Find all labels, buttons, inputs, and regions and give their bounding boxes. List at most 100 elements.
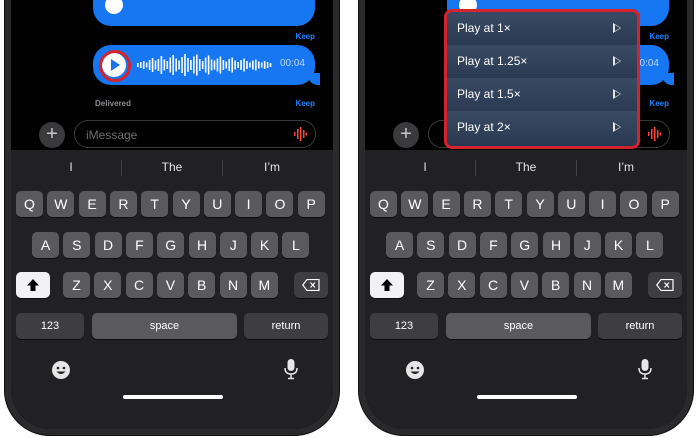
key-e[interactable]: E — [432, 191, 460, 217]
keep-link[interactable]: Keep — [649, 99, 669, 108]
key-x[interactable]: X — [94, 272, 122, 298]
mic-icon[interactable] — [637, 358, 653, 380]
plus-icon[interactable]: + — [393, 122, 419, 148]
key-j[interactable]: J — [573, 232, 601, 258]
audio-waveform-icon[interactable] — [293, 127, 307, 141]
key-l[interactable]: L — [282, 232, 310, 258]
return-key[interactable]: return — [244, 313, 328, 339]
waveform-bar — [151, 58, 154, 72]
play-button[interactable] — [99, 50, 131, 82]
menu-item-play-1-25x[interactable]: Play at 1.25× — [447, 45, 637, 79]
key-d[interactable]: D — [94, 232, 122, 258]
key-w[interactable]: W — [401, 191, 429, 217]
keep-link[interactable]: Keep — [295, 32, 315, 41]
key-f[interactable]: F — [125, 232, 153, 258]
previous-audio-message[interactable] — [93, 0, 315, 26]
key-b[interactable]: B — [188, 272, 216, 298]
mic-icon[interactable] — [283, 358, 299, 380]
key-j[interactable]: J — [219, 232, 247, 258]
key-z[interactable]: Z — [63, 272, 90, 298]
key-o[interactable]: O — [620, 191, 648, 217]
key-n[interactable]: N — [219, 272, 247, 298]
key-w[interactable]: W — [47, 191, 75, 217]
waveform-bar — [198, 59, 201, 71]
key-m[interactable]: M — [604, 272, 632, 298]
key-v[interactable]: V — [510, 272, 538, 298]
shift-key[interactable] — [370, 272, 404, 298]
waveform-bar — [240, 60, 242, 70]
key-t[interactable]: T — [141, 191, 169, 217]
message-input[interactable]: iMessage — [74, 120, 316, 148]
waveform-bar — [252, 60, 254, 70]
key-r[interactable]: R — [109, 191, 137, 217]
waveform-bar — [181, 57, 183, 73]
key-g[interactable]: G — [157, 232, 185, 258]
key-x[interactable]: X — [448, 272, 476, 298]
key-k[interactable]: K — [605, 232, 633, 258]
play-icon[interactable] — [105, 0, 123, 14]
suggestion-item[interactable]: I — [375, 160, 475, 174]
waveform-bar — [160, 56, 163, 74]
key-u[interactable]: U — [557, 191, 585, 217]
key-y[interactable]: Y — [526, 191, 554, 217]
waveform-bar — [163, 59, 166, 71]
key-i[interactable]: I — [589, 191, 617, 217]
key-d[interactable]: D — [448, 232, 476, 258]
keep-link[interactable]: Keep — [649, 32, 669, 41]
key-a[interactable]: A — [386, 232, 413, 258]
key-b[interactable]: B — [542, 272, 570, 298]
suggestion-item[interactable]: I’m — [576, 160, 676, 174]
key-o[interactable]: O — [266, 191, 294, 217]
suggestion-item[interactable]: I’m — [222, 160, 322, 174]
key-u[interactable]: U — [203, 191, 231, 217]
key-e[interactable]: E — [78, 191, 106, 217]
menu-item-play-2x[interactable]: Play at 2× — [447, 111, 637, 144]
suggestion-item[interactable]: The — [122, 160, 222, 174]
key-h[interactable]: H — [188, 232, 216, 258]
space-key[interactable]: space — [92, 313, 237, 339]
space-key[interactable]: space — [446, 313, 591, 339]
waveform-bar — [246, 61, 248, 69]
menu-item-play-1-5x[interactable]: Play at 1.5× — [447, 78, 637, 112]
return-key[interactable]: return — [598, 313, 682, 339]
emoji-icon[interactable] — [51, 360, 71, 380]
plus-icon[interactable]: + — [39, 122, 65, 148]
play-icon — [613, 122, 621, 132]
key-k[interactable]: K — [251, 232, 279, 258]
shift-key[interactable] — [16, 272, 50, 298]
key-y[interactable]: Y — [172, 191, 200, 217]
key-h[interactable]: H — [542, 232, 570, 258]
key-v[interactable]: V — [156, 272, 184, 298]
key-p[interactable]: P — [651, 191, 679, 217]
emoji-icon[interactable] — [405, 360, 425, 380]
keep-link[interactable]: Keep — [295, 99, 315, 108]
waveform-bar — [219, 56, 222, 74]
key-q[interactable]: Q — [370, 191, 397, 217]
numbers-key[interactable]: 123 — [16, 313, 84, 339]
key-g[interactable]: G — [511, 232, 539, 258]
key-t[interactable]: T — [495, 191, 523, 217]
key-c[interactable]: C — [125, 272, 153, 298]
key-a[interactable]: A — [32, 232, 59, 258]
key-p[interactable]: P — [297, 191, 325, 217]
backspace-key[interactable] — [294, 272, 328, 298]
keyboard: I The I’m Q W E R T Y U I O P A S D F G H J K L Z X C V B N M 123 spac… — [11, 150, 333, 429]
audio-message-bubble[interactable]: 00:04 — [93, 45, 320, 85]
menu-item-play-1x[interactable]: Play at 1× — [447, 12, 637, 46]
key-r[interactable]: R — [463, 191, 491, 217]
key-m[interactable]: M — [250, 272, 278, 298]
key-s[interactable]: S — [417, 232, 445, 258]
key-f[interactable]: F — [479, 232, 507, 258]
key-l[interactable]: L — [636, 232, 664, 258]
suggestion-item[interactable]: The — [476, 160, 576, 174]
key-z[interactable]: Z — [417, 272, 444, 298]
audio-waveform-icon[interactable] — [647, 127, 661, 141]
key-n[interactable]: N — [573, 272, 601, 298]
backspace-key[interactable] — [648, 272, 682, 298]
key-i[interactable]: I — [235, 191, 263, 217]
numbers-key[interactable]: 123 — [370, 313, 438, 339]
key-q[interactable]: Q — [16, 191, 43, 217]
key-c[interactable]: C — [479, 272, 507, 298]
suggestion-item[interactable]: I — [21, 160, 121, 174]
key-s[interactable]: S — [63, 232, 91, 258]
